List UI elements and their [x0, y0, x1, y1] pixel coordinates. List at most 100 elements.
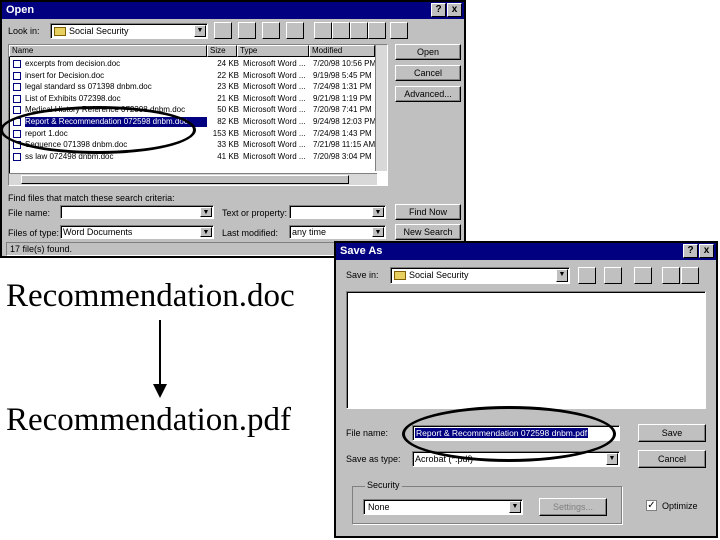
file-size: 153 KB [212, 128, 239, 138]
security-value: None [368, 502, 390, 512]
chevron-down-icon[interactable]: ▼ [372, 227, 384, 237]
file-type: Microsoft Word ... [243, 140, 306, 150]
search-web-tool[interactable] [238, 22, 256, 39]
cancel-button[interactable]: Cancel [395, 65, 461, 81]
up-folder-tool[interactable] [214, 22, 232, 39]
file-type: Microsoft Word ... [243, 117, 306, 126]
file-name: excerpts from decision.doc [25, 59, 121, 68]
file-modified: 9/24/98 12:03 PM [313, 117, 377, 126]
save-button[interactable]: Save [638, 424, 706, 442]
file-row[interactable]: excerpts from decision.doc 24 KB Microsoft… [11, 59, 377, 69]
file-row[interactable]: ss law 072498 dnbm.doc 41 KB Microsoft Wor… [11, 152, 377, 162]
file-size: 22 KB [217, 70, 239, 80]
file-row[interactable]: List of Exhibits 072398.doc 21 KB Microsof… [11, 94, 377, 104]
optimize-label: Optimize [662, 501, 698, 511]
file-row[interactable]: legal standard ss 071398 dnbm.doc 23 KB Mi… [11, 82, 377, 92]
list-view-tool[interactable] [314, 22, 332, 39]
favorites-tool[interactable] [262, 22, 280, 39]
file-type: Microsoft Word ... [243, 151, 306, 161]
text-property-input[interactable]: ▼ [289, 205, 386, 219]
open-button[interactable]: Open [395, 44, 461, 60]
file-name: List of Exhibits 072398.doc [25, 93, 121, 103]
commands-tool[interactable] [390, 22, 408, 39]
chevron-down-icon[interactable]: ▼ [509, 501, 521, 513]
file-size: 41 KB [217, 151, 239, 161]
file-type: Microsoft Word ... [243, 105, 306, 115]
details-view-tool[interactable] [681, 267, 699, 284]
word-doc-icon [13, 83, 21, 92]
down-arrow-icon [153, 320, 167, 398]
cancel-button[interactable]: Cancel [638, 450, 706, 468]
file-size: 82 KB [217, 117, 239, 126]
file-name-label: File name: [346, 428, 389, 438]
save-in-combo[interactable]: Social Security ▼ [390, 267, 570, 284]
file-type: Microsoft Word ... [243, 128, 306, 138]
file-modified: 7/24/98 1:31 PM [313, 82, 372, 92]
chevron-down-icon[interactable]: ▼ [200, 207, 212, 217]
highlight-ellipse-save [402, 406, 616, 462]
file-type: Microsoft Word ... [243, 82, 306, 92]
details-view-tool[interactable] [332, 22, 350, 39]
file-name-input[interactable]: ▼ [60, 205, 214, 219]
chevron-down-icon[interactable]: ▼ [606, 453, 618, 465]
file-modified: 7/21/98 11:15 AM [313, 140, 376, 150]
chevron-down-icon[interactable]: ▼ [556, 269, 568, 282]
chevron-down-icon[interactable]: ▼ [372, 207, 384, 217]
new-search-button[interactable]: New Search [395, 224, 461, 240]
column-name[interactable]: Name [9, 45, 207, 57]
find-criteria-caption: Find files that match these search crite… [8, 193, 175, 203]
file-type: Microsoft Word ... [243, 70, 306, 80]
find-now-button[interactable]: Find Now [395, 204, 461, 220]
file-name-label: File name: [8, 208, 51, 218]
chevron-down-icon[interactable]: ▼ [194, 25, 206, 37]
column-modified[interactable]: Modified [309, 45, 375, 57]
save-as-dialog: Save As ? x Save in: Social Security ▼ F… [334, 241, 718, 538]
highlight-ellipse-open [0, 106, 196, 154]
scrollbar-thumb[interactable] [21, 175, 349, 184]
new-folder-tool[interactable] [634, 267, 652, 284]
save-as-title: Save As [340, 245, 383, 257]
file-name: legal standard ss 071398 dnbm.doc [25, 82, 152, 92]
folder-icon [394, 271, 406, 281]
security-combo[interactable]: None ▼ [363, 499, 523, 515]
file-size: 23 KB [217, 82, 239, 92]
last-modified-label: Last modified: [222, 228, 279, 238]
file-row[interactable]: insert for Decision.doc 22 KB Microsoft Wo… [11, 71, 377, 81]
word-doc-icon [13, 60, 21, 68]
advanced-button[interactable]: Advanced... [395, 86, 461, 102]
folder-browser[interactable] [346, 291, 706, 409]
file-modified: 7/20/98 3:04 PM [313, 151, 372, 161]
scrollbar-vertical[interactable] [375, 45, 387, 171]
look-in-combo[interactable]: Social Security ▼ [50, 23, 208, 39]
close-button[interactable]: x [447, 3, 462, 17]
column-size[interactable]: Size [207, 45, 237, 57]
desktop-tool[interactable] [604, 267, 622, 284]
scrollbar-horizontal[interactable] [9, 173, 377, 185]
settings-button[interactable]: Settings... [539, 498, 607, 516]
save-as-titlebar: Save As ? x [336, 243, 716, 260]
file-modified: 9/21/98 1:19 PM [313, 93, 372, 103]
caption-pdf: Recommendation.pdf [6, 402, 292, 438]
properties-view-tool[interactable] [350, 22, 368, 39]
column-type[interactable]: Type [237, 45, 309, 57]
chevron-down-icon[interactable]: ▼ [200, 227, 212, 237]
file-type: Microsoft Word ... [243, 93, 306, 103]
close-button[interactable]: x [699, 244, 714, 258]
open-dialog-titlebar: Open ? x [2, 2, 464, 19]
help-button[interactable]: ? [431, 3, 446, 17]
last-modified-combo[interactable]: any time ▼ [289, 225, 386, 239]
list-view-tool[interactable] [662, 267, 680, 284]
files-of-type-label: Files of type: [8, 228, 60, 238]
file-size: 50 KB [217, 105, 239, 115]
file-modified: 7/20/98 7:41 PM [313, 105, 372, 115]
add-favorites-tool[interactable] [286, 22, 304, 39]
save-in-value: Social Security [409, 270, 469, 280]
folder-icon [54, 27, 66, 37]
files-of-type-combo[interactable]: Word Documents ▼ [60, 225, 214, 239]
help-button[interactable]: ? [683, 244, 698, 258]
security-group-label: Security [365, 480, 402, 490]
preview-tool[interactable] [368, 22, 386, 39]
optimize-checkbox[interactable]: ✓ [646, 500, 657, 511]
up-folder-tool[interactable] [578, 267, 596, 284]
file-size: 33 KB [217, 140, 239, 150]
